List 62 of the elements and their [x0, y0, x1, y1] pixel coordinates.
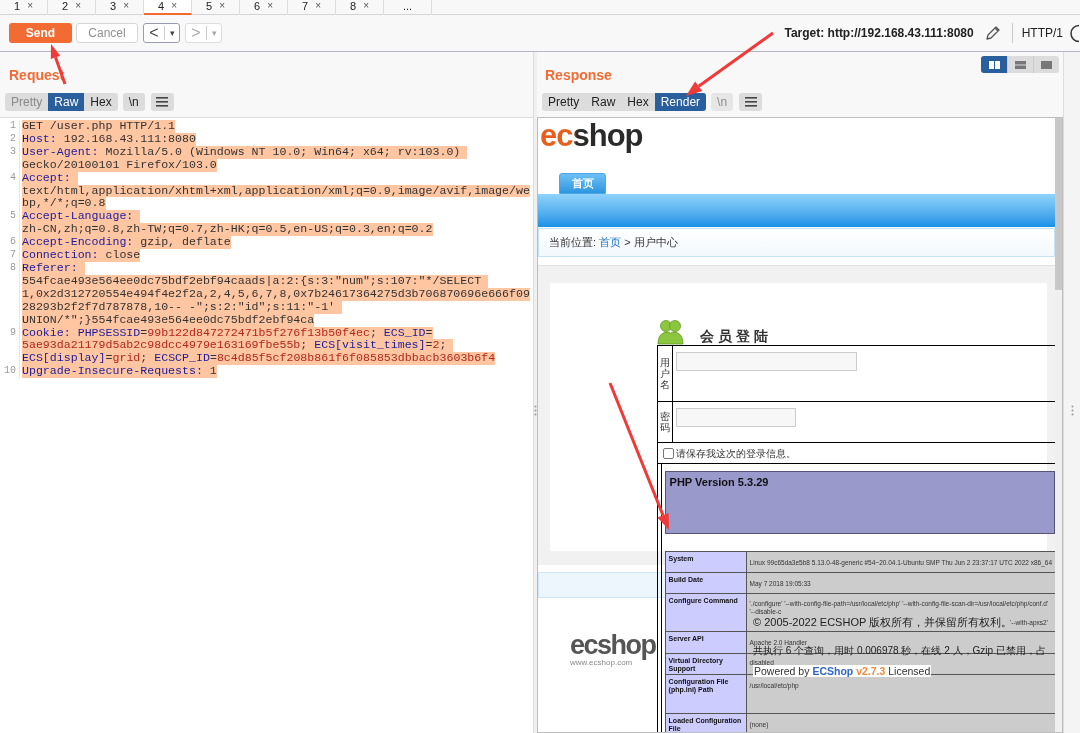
view-tab[interactable]: Hex	[84, 93, 118, 111]
menu-button[interactable]	[150, 93, 174, 111]
field-label: 用户名	[660, 357, 670, 390]
tab[interactable]: 5 ×	[192, 0, 240, 15]
grip-icon[interactable]	[1070, 405, 1074, 416]
target-label: Target: http://192.168.43.111:8080	[784, 25, 974, 42]
view-tab[interactable]: Pretty	[542, 93, 586, 111]
line-number: 5	[10, 210, 16, 222]
view-tab[interactable]: Hex	[621, 93, 655, 111]
breadcrumb: 当前位置: 首页 > 用户中心	[549, 235, 678, 251]
tab[interactable]: 4 ×	[144, 0, 192, 15]
line-number: 9	[10, 326, 16, 338]
breadcrumb-link[interactable]: 首页	[599, 236, 622, 249]
checkbox[interactable]	[663, 447, 674, 459]
edit-icon[interactable]	[983, 24, 1002, 42]
tab[interactable]: 1 ×	[0, 0, 48, 15]
tab-close-button[interactable]: ×	[267, 0, 273, 12]
tab-close-button[interactable]: ×	[219, 0, 225, 12]
people-icon	[657, 318, 684, 345]
menu-icon[interactable]	[744, 97, 757, 107]
square-icon[interactable]	[1041, 60, 1052, 69]
line-number: 2	[10, 132, 16, 144]
footer-logo: ecshop	[570, 632, 656, 658]
remember-label: 请保存我这次的登录信息。	[676, 447, 796, 459]
layout-toggle[interactable]	[981, 56, 1007, 73]
footer-url: www.ecshop.com	[570, 658, 633, 667]
line-number: 4	[10, 171, 16, 183]
line-number: 10	[4, 365, 16, 377]
line-number: 7	[10, 249, 16, 261]
two-rows-icon[interactable]	[1015, 60, 1026, 69]
tab[interactable]: 2 ×	[48, 0, 96, 15]
back-button[interactable]: < ▾	[143, 23, 180, 43]
tab[interactable]: ...	[384, 0, 432, 15]
field-label: 密码	[660, 411, 670, 433]
login-title: 会员登陆	[700, 328, 772, 344]
view-tab[interactable]: Render	[654, 93, 707, 111]
scrollbar-thumb[interactable]	[1055, 118, 1062, 290]
menu-button[interactable]	[739, 93, 763, 111]
protocol-button[interactable]: HTTP/1	[1021, 24, 1063, 42]
line-number: 6	[10, 236, 16, 248]
tab-close-button[interactable]: ×	[75, 0, 81, 12]
tab[interactable]: 8 ×	[336, 0, 384, 15]
scrollbar[interactable]	[1055, 118, 1062, 732]
view-tab[interactable]: Raw	[585, 93, 622, 111]
tab-close-button[interactable]: ×	[27, 0, 33, 12]
tab-close-button[interactable]: ×	[171, 0, 177, 12]
view-tab[interactable]: Raw	[48, 93, 85, 111]
php-version-header: PHP Version 5.3.29	[664, 471, 1055, 534]
tab[interactable]: 6 ×	[240, 0, 288, 15]
line-number: 1	[10, 120, 16, 131]
tab-close-button[interactable]: ×	[123, 0, 129, 12]
menu-icon[interactable]	[156, 97, 169, 107]
line-number: 8	[10, 261, 16, 273]
tab-close-button[interactable]: ×	[363, 0, 369, 12]
line-number: 3	[10, 145, 16, 157]
newline-toggle[interactable]: \n	[122, 93, 145, 111]
tab[interactable]: 7 ×	[288, 0, 336, 15]
two-columns-icon[interactable]	[988, 60, 1000, 69]
panel-title: Response	[545, 67, 612, 83]
powered-by-text: Powered by ECShop v2.7.3 Licensed	[753, 665, 932, 677]
tab-close-button[interactable]: ×	[315, 0, 321, 12]
grip-icon[interactable]	[534, 405, 537, 416]
